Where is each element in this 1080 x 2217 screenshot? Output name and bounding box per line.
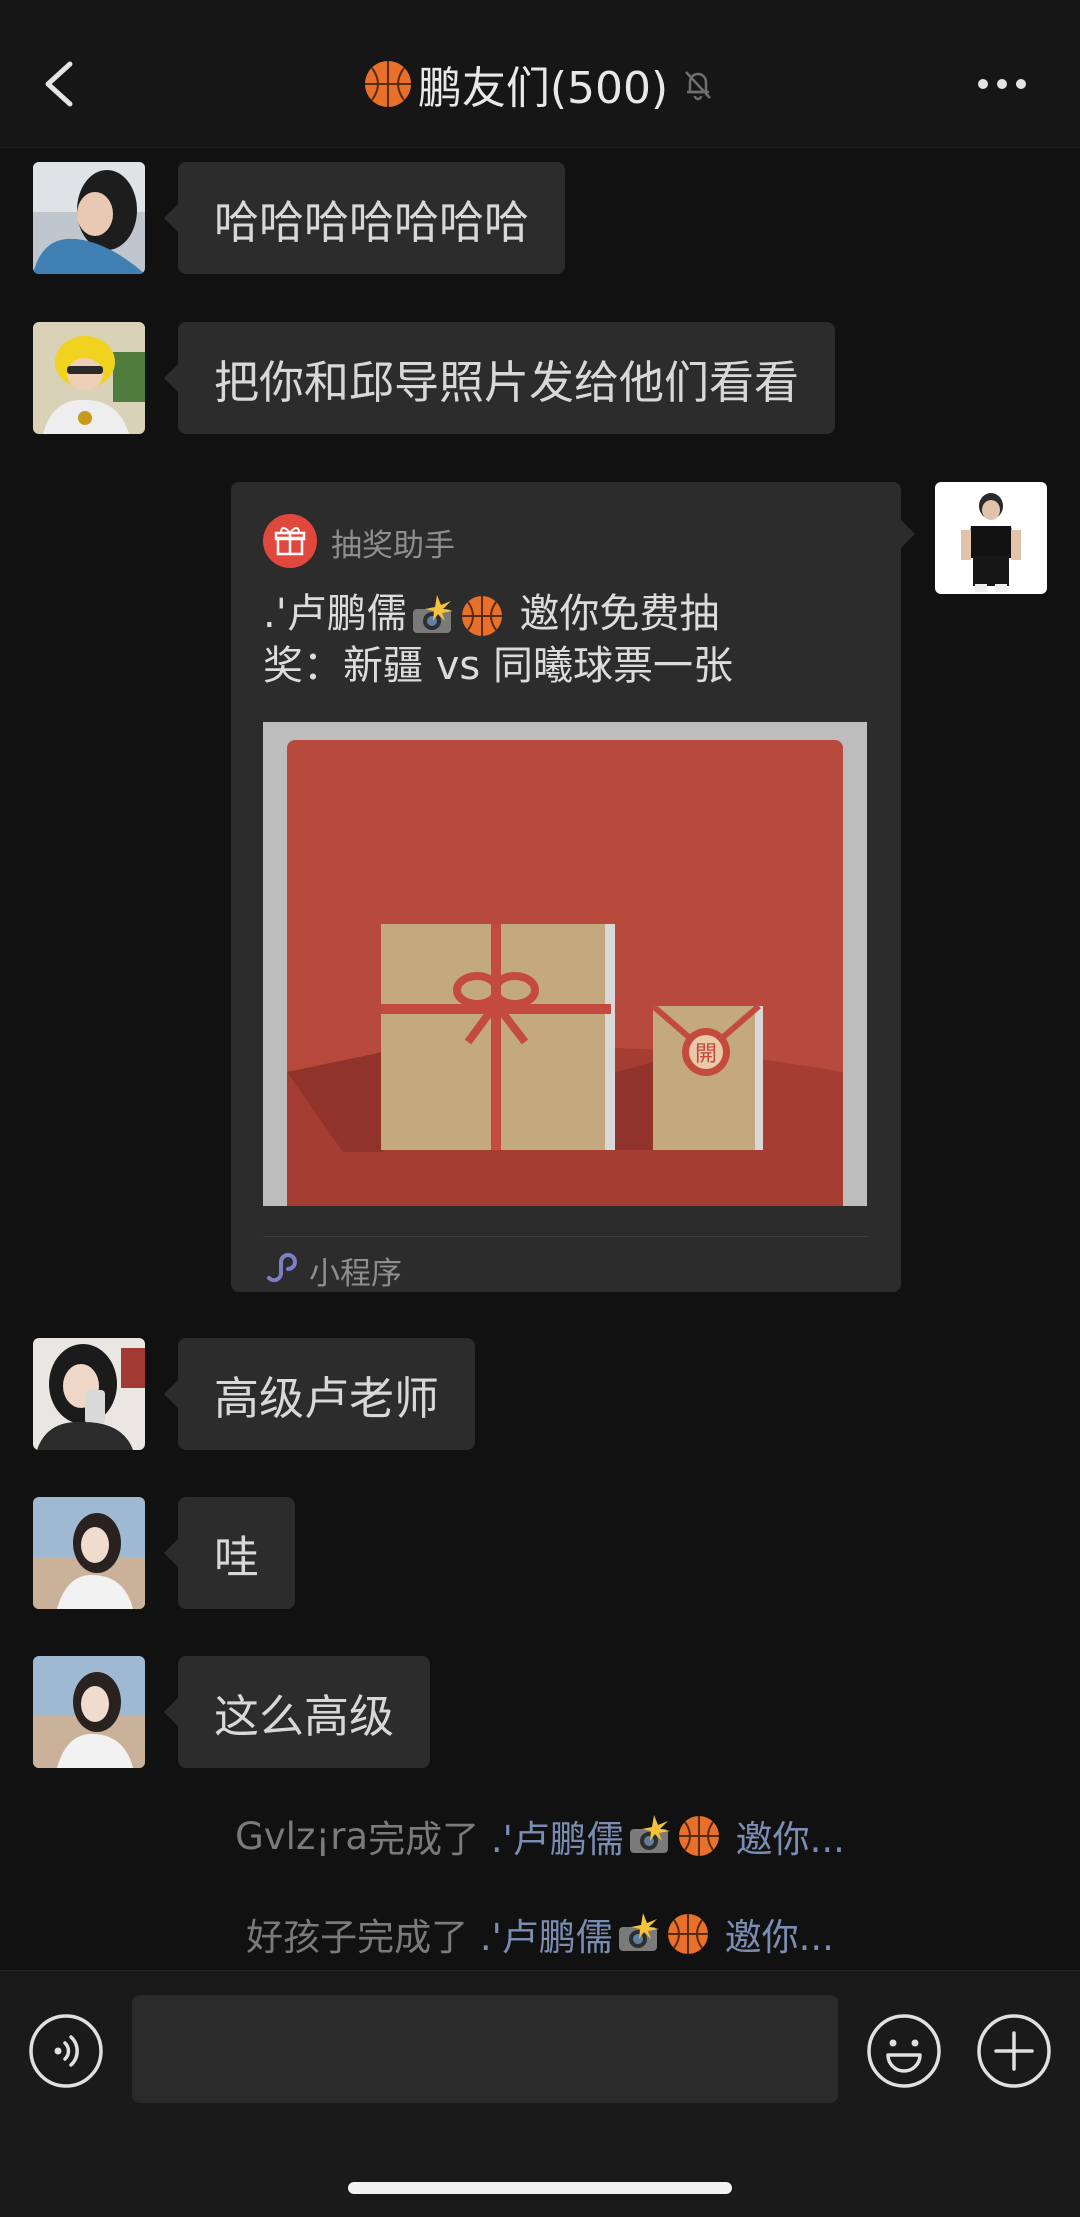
message-text: 哇 (214, 1530, 260, 1584)
avatar[interactable] (33, 322, 145, 434)
notice-verb: 完成了 (357, 1916, 469, 1959)
notice-link-tail[interactable]: 邀你... (736, 1809, 845, 1863)
chat-header: 鹏友们(500) (0, 0, 1080, 148)
message-bubble[interactable]: 哇 (163, 1497, 296, 1609)
message-input[interactable] (132, 1995, 838, 2103)
notice-link-name[interactable]: .'卢鹏儒 (480, 1907, 613, 1961)
message-bubble[interactable]: 高级卢老师 (163, 1338, 476, 1450)
input-bar (0, 1970, 1080, 2217)
lottery-cover-image: 開 (263, 722, 867, 1206)
chat-title-text: 鹏友们(500) (417, 63, 669, 114)
basketball-icon (678, 1816, 719, 1856)
mini-program-card[interactable]: 抽奖助手 .'卢鹏儒 邀你免费抽 奖：新疆 vs 同曦球票一张 開 小程序 (231, 482, 915, 1292)
card-divider (263, 1236, 867, 1237)
message-text: 这么高级 (214, 1689, 395, 1743)
seal-char: 開 (695, 1042, 717, 1067)
card-title-line2: 奖：新疆 vs 同曦球票一张 (263, 643, 733, 689)
message-bubble[interactable]: 哈哈哈哈哈哈哈 (163, 162, 566, 274)
more-dots-icon[interactable] (975, 70, 1029, 98)
notice-actor: Gvlz¡ra (235, 1814, 369, 1858)
avatar[interactable] (935, 482, 1047, 594)
message-text: 哈哈哈哈哈哈哈 (214, 195, 530, 249)
card-title-rest: 邀你免费抽 (519, 591, 720, 637)
avatar[interactable] (33, 162, 145, 274)
voice-icon[interactable] (28, 2013, 104, 2089)
avatar[interactable] (33, 1338, 145, 1450)
camera-flash-icon (412, 595, 453, 633)
card-title: .'卢鹏儒 邀你免费抽 奖：新疆 vs 同曦球票一张 (263, 588, 823, 692)
home-indicator[interactable] (348, 2182, 732, 2194)
chat-title: 鹏友们(500) (0, 52, 1080, 116)
gift-icon (263, 514, 317, 568)
mini-program-icon (267, 1253, 297, 1283)
card-title-name: .'卢鹏儒 (263, 591, 407, 637)
notice-link-name[interactable]: .'卢鹏儒 (491, 1809, 624, 1863)
card-app-name: 抽奖助手 (331, 528, 455, 564)
message-bubble[interactable]: 把你和邱导照片发给他们看看 (163, 322, 836, 434)
avatar[interactable] (33, 1497, 145, 1609)
camera-flash-icon (618, 1913, 659, 1951)
system-notice: Gvlz¡ra 完成了 .'卢鹏儒 邀你... (0, 1806, 1080, 1866)
card-footer-label: 小程序 (309, 1256, 402, 1292)
bell-off-icon (685, 71, 712, 101)
system-notice: 好孩子 完成了 .'卢鹏儒 邀你... (0, 1904, 1080, 1964)
emoji-icon[interactable] (866, 2013, 942, 2089)
message-text: 把你和邱导照片发给他们看看 (214, 355, 800, 409)
message-bubble[interactable]: 这么高级 (163, 1656, 431, 1768)
notice-actor: 好孩子 (246, 1916, 358, 1959)
avatar[interactable] (33, 1656, 145, 1768)
basketball-icon (364, 61, 411, 107)
basketball-icon (667, 1914, 708, 1954)
camera-flash-icon (629, 1815, 670, 1853)
notice-link-tail[interactable]: 邀你... (725, 1907, 834, 1961)
notice-verb: 完成了 (368, 1818, 480, 1861)
message-text: 高级卢老师 (214, 1371, 440, 1425)
basketball-icon (461, 596, 502, 636)
plus-icon[interactable] (976, 2013, 1052, 2089)
